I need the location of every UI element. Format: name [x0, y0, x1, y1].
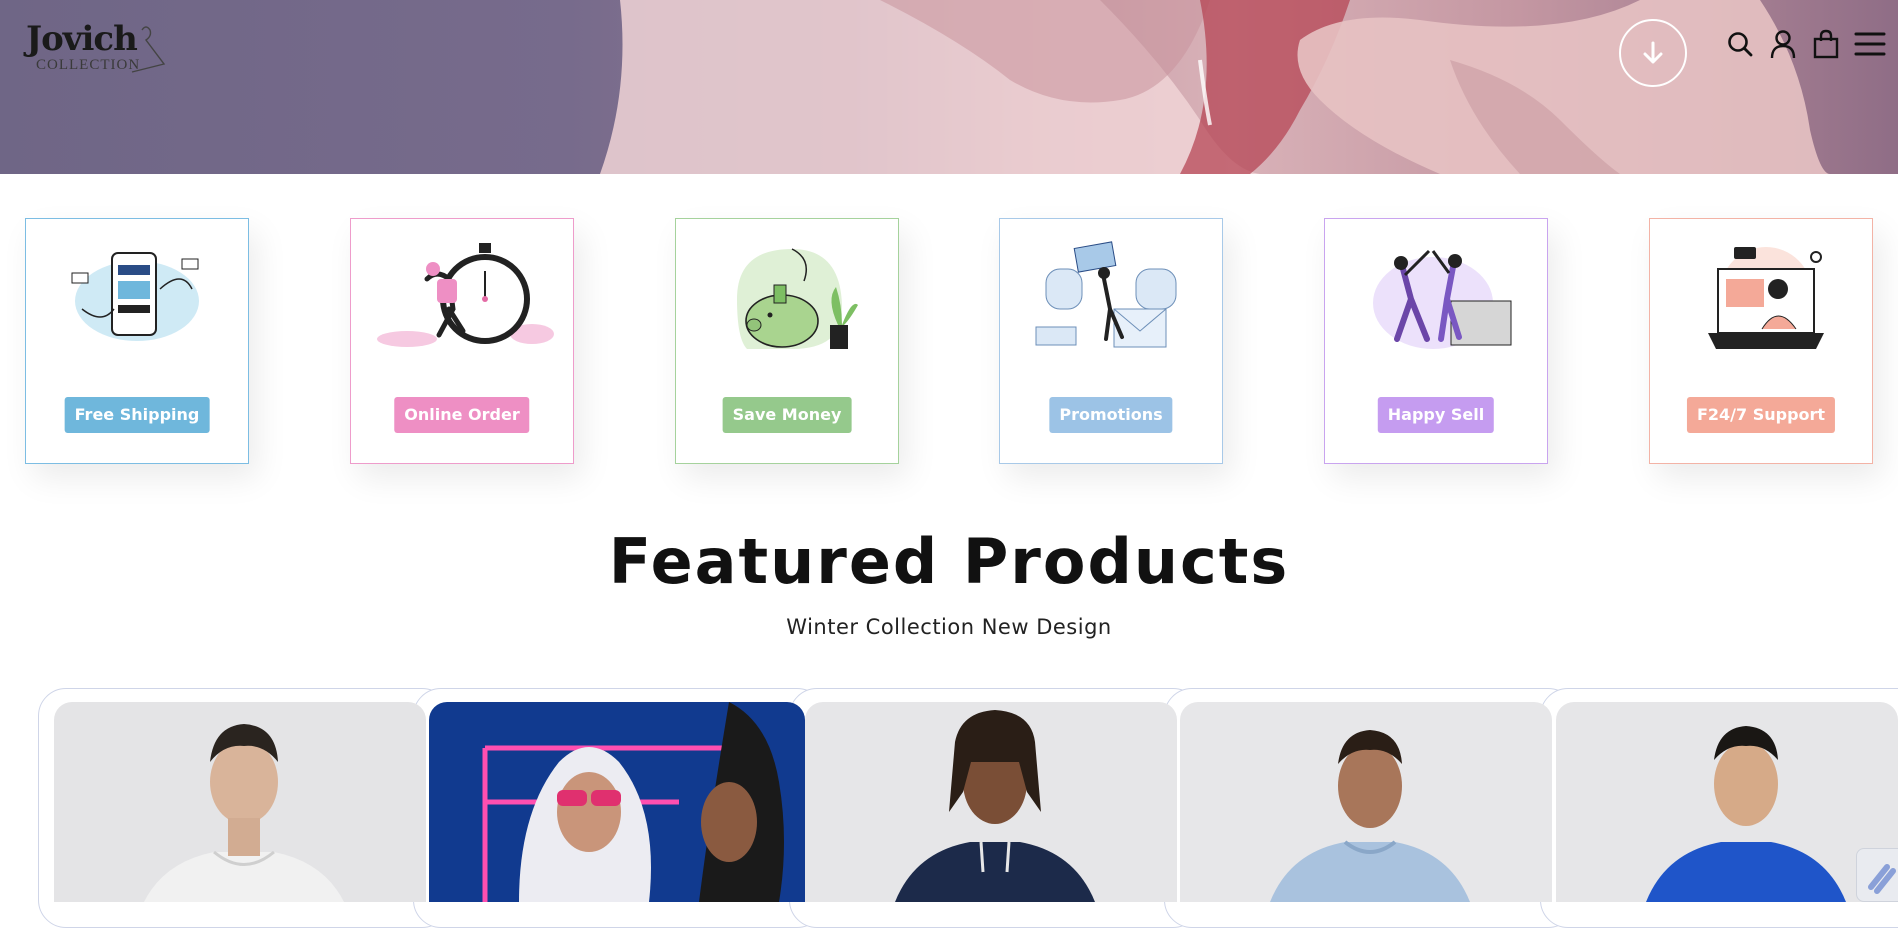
product-card[interactable] [1180, 702, 1552, 902]
feature-label: F24/7 Support [1686, 397, 1836, 433]
feature-label: Online Order [394, 397, 530, 433]
product-card[interactable] [1556, 702, 1898, 902]
widget-icon [1868, 864, 1896, 894]
video-support-illustration [1708, 247, 1824, 349]
hero-banner: Jovich COLLECTION [0, 0, 1898, 174]
search-icon [1728, 32, 1753, 57]
hero-hoodie-image [600, 0, 1830, 174]
product-image-white-hoodie-neon [482, 702, 784, 902]
phone-payment-illustration [71, 252, 199, 341]
floating-widget-button[interactable] [1856, 848, 1898, 902]
brand-name: Jovich [26, 19, 138, 59]
feature-card-save-money[interactable]: Save Money [675, 218, 899, 464]
high-five-illustration [1373, 249, 1512, 349]
featured-products-subtitle: Winter Collection New Design [786, 615, 1112, 639]
search-button[interactable] [1724, 28, 1756, 60]
arrow-down-icon [1643, 41, 1663, 64]
product-image-royal-blue-hoodie [1646, 726, 1846, 902]
feature-card-happy-sell[interactable]: Happy Sell [1324, 218, 1548, 464]
feature-label: Happy Sell [1377, 397, 1495, 433]
piggy-bank-illustration [737, 248, 858, 349]
product-image-light-blue-hoodie [1270, 730, 1470, 902]
feature-card-promotions[interactable]: Promotions [999, 218, 1223, 464]
featured-products-title: Featured Products [608, 525, 1290, 598]
product-card[interactable] [429, 702, 805, 902]
product-image-white-hoodie [144, 724, 344, 902]
gift-envelope-illustration [1035, 241, 1177, 348]
menu-icon [1854, 32, 1886, 56]
bag-icon [1813, 29, 1839, 59]
product-card[interactable] [805, 702, 1177, 902]
feature-label: Free Shipping [64, 397, 210, 433]
feature-label: Save Money [722, 397, 852, 433]
feature-label: Promotions [1049, 397, 1173, 433]
cart-button[interactable] [1810, 28, 1842, 60]
feature-card-free-shipping[interactable]: Free Shipping [25, 218, 249, 464]
brand-subtitle: COLLECTION [36, 57, 141, 73]
scroll-down-button[interactable] [1619, 19, 1687, 87]
user-icon [1770, 30, 1796, 59]
stopwatch-runner-illustration [377, 243, 554, 347]
feature-card-support[interactable]: F24/7 Support [1649, 218, 1873, 464]
brand-logo[interactable]: Jovich COLLECTION [26, 19, 166, 73]
product-image-navy-hoodie [895, 710, 1095, 902]
hanger-icon [131, 26, 166, 73]
product-card[interactable] [54, 702, 426, 902]
feature-card-online-order[interactable]: Online Order [350, 218, 574, 464]
account-button[interactable] [1767, 28, 1799, 60]
menu-button[interactable] [1854, 28, 1886, 60]
